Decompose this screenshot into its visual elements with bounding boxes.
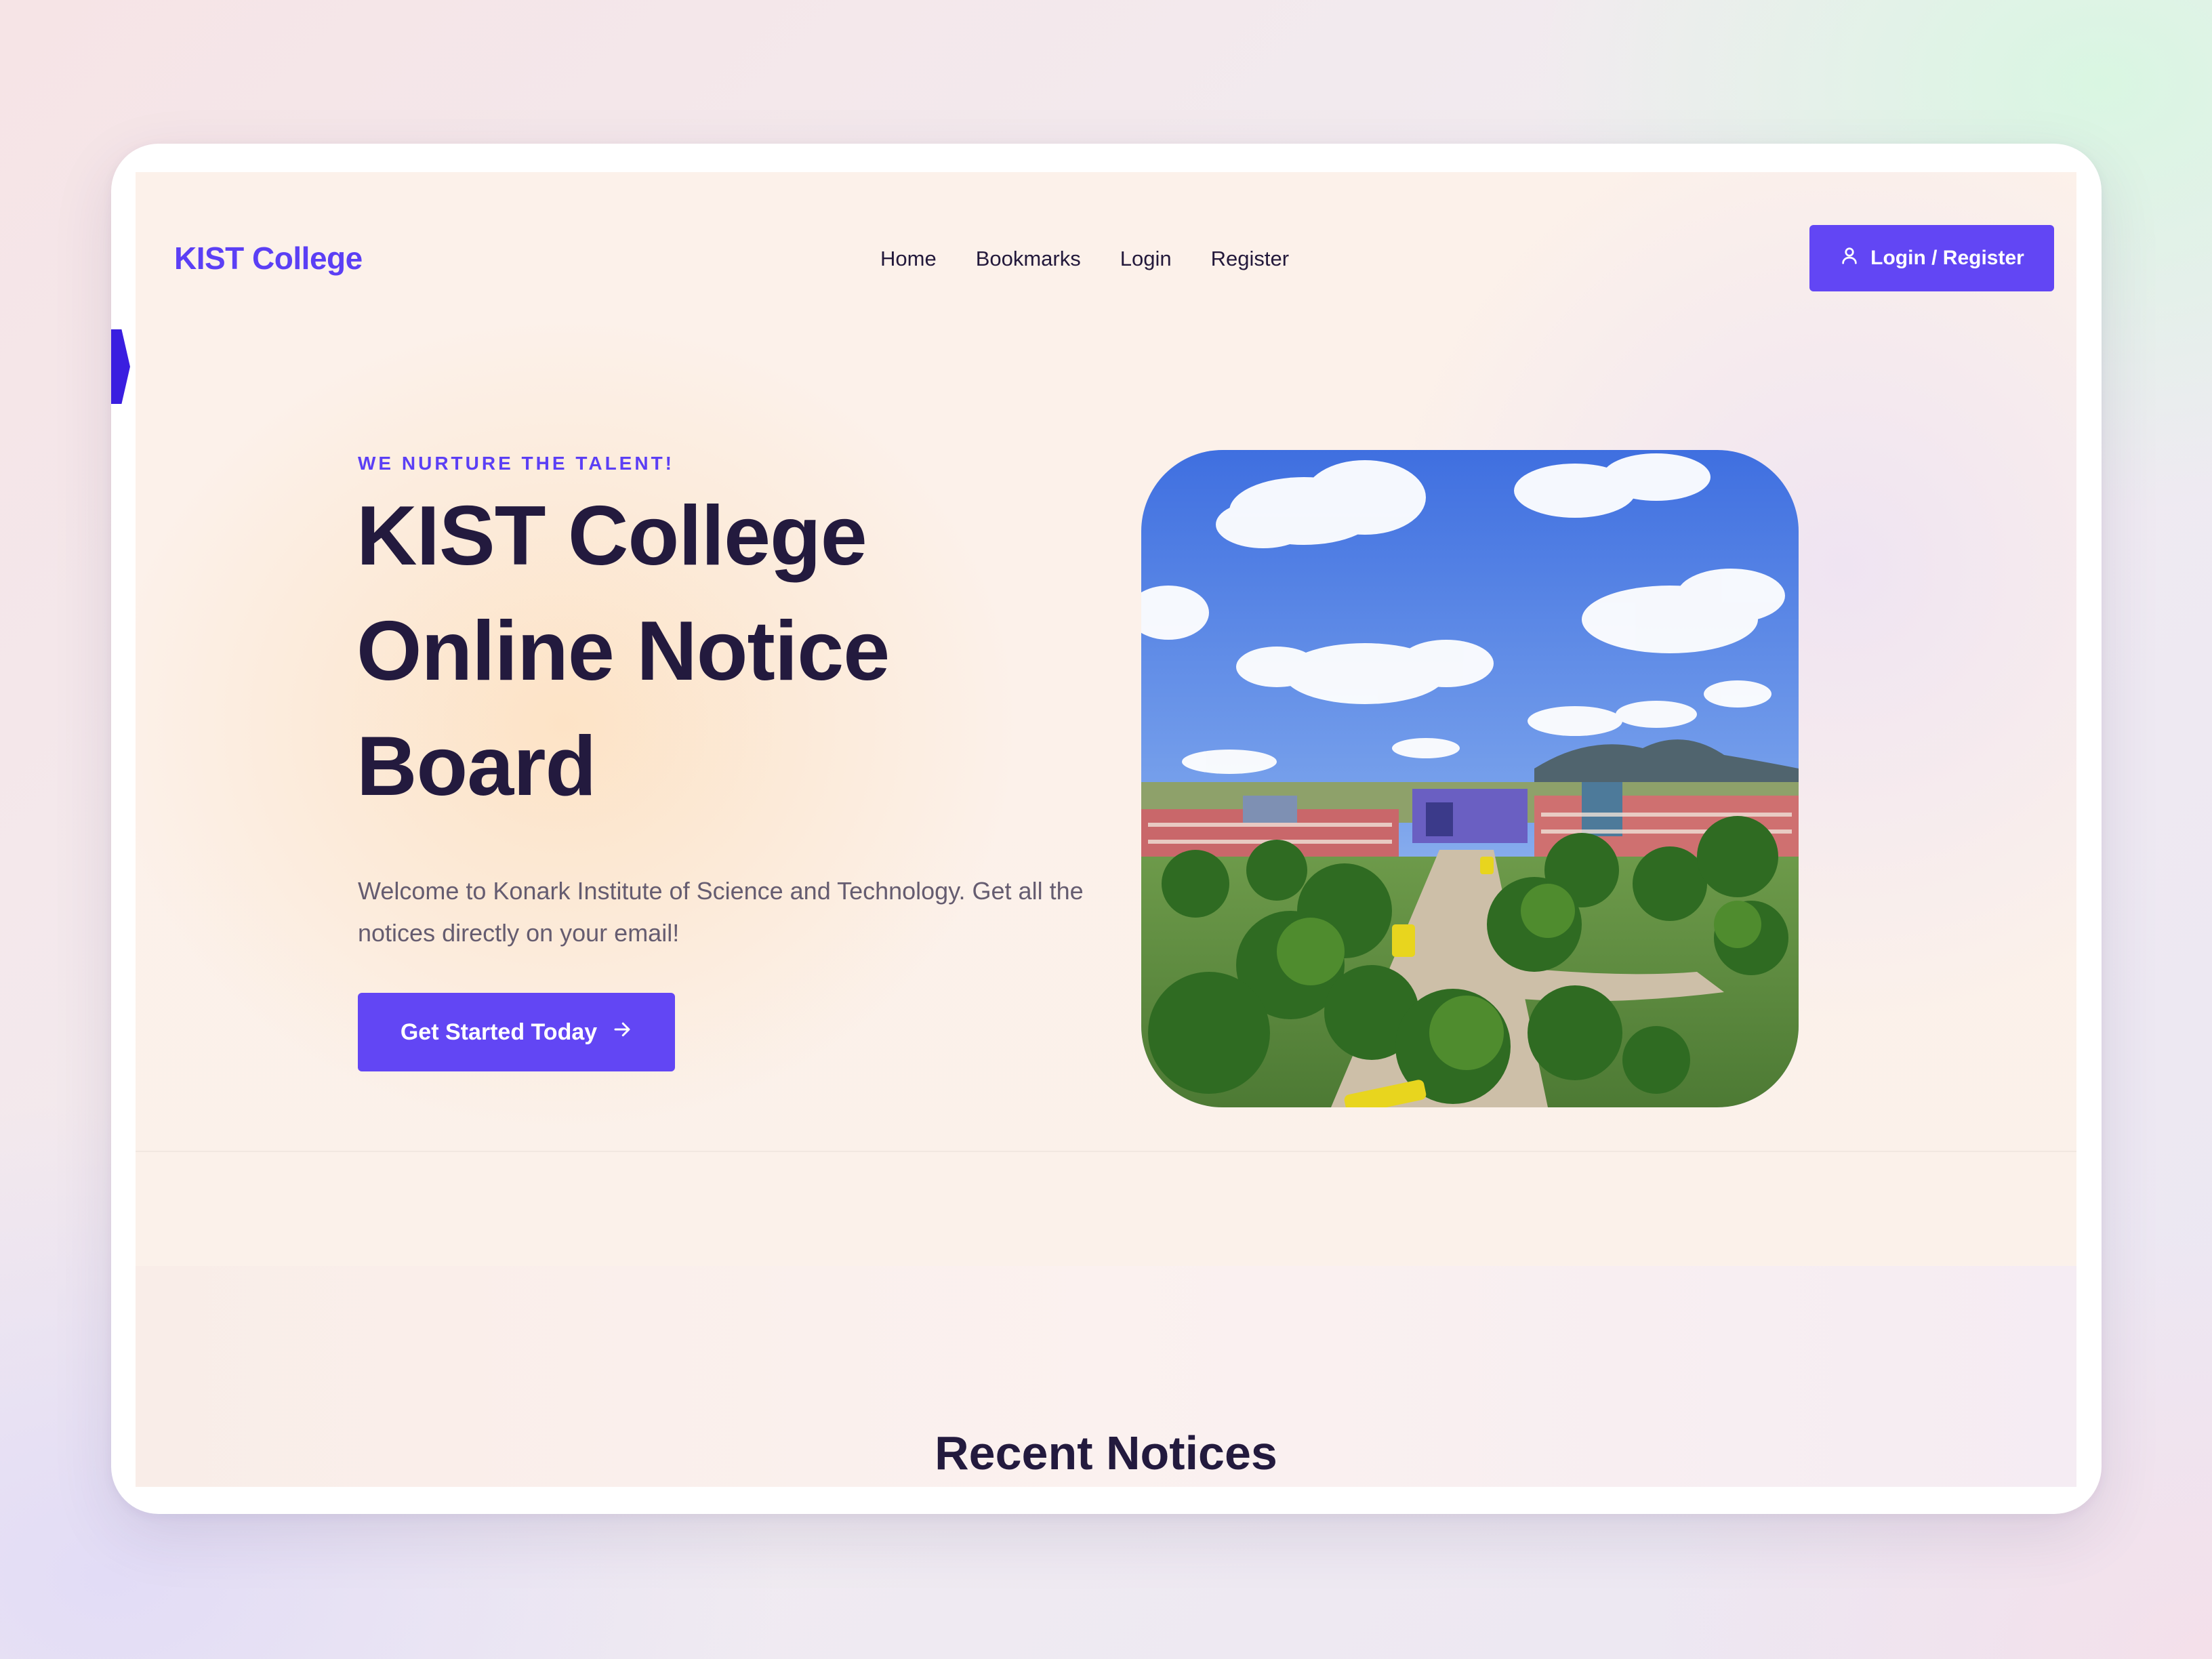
recent-notices-title: Recent Notices <box>935 1427 1277 1479</box>
user-icon <box>1839 245 1860 271</box>
login-register-button[interactable]: Login / Register <box>1809 225 2054 291</box>
hero-title-line-3: Board <box>356 720 596 813</box>
hero-title: KIST College Online Notice Board <box>356 478 966 824</box>
get-started-label: Get Started Today <box>400 1019 598 1045</box>
hero-description: Welcome to Konark Institute of Science a… <box>358 877 1084 947</box>
campus-photo <box>1141 450 1799 1107</box>
hero-title-line-1: KIST College <box>356 489 867 583</box>
hero-eyebrow: WE NURTURE THE TALENT! <box>358 453 674 474</box>
section-divider <box>136 1151 2076 1152</box>
nav-link-bookmarks[interactable]: Bookmarks <box>976 247 1081 271</box>
login-register-label: Login / Register <box>1870 247 2024 269</box>
nav-link-login[interactable]: Login <box>1120 247 1172 271</box>
main-nav: Home Bookmarks Login Register <box>880 247 1289 271</box>
page-viewport: KIST College Home Bookmarks Login Regist… <box>136 172 2076 1487</box>
arrow-right-icon <box>612 1019 632 1046</box>
nav-link-register[interactable]: Register <box>1211 247 1289 271</box>
hero-title-line-2: Online Notice <box>356 605 890 698</box>
get-started-button[interactable]: Get Started Today <box>358 993 675 1071</box>
site-logo[interactable]: KIST College <box>174 240 363 276</box>
nav-link-home[interactable]: Home <box>880 247 937 271</box>
